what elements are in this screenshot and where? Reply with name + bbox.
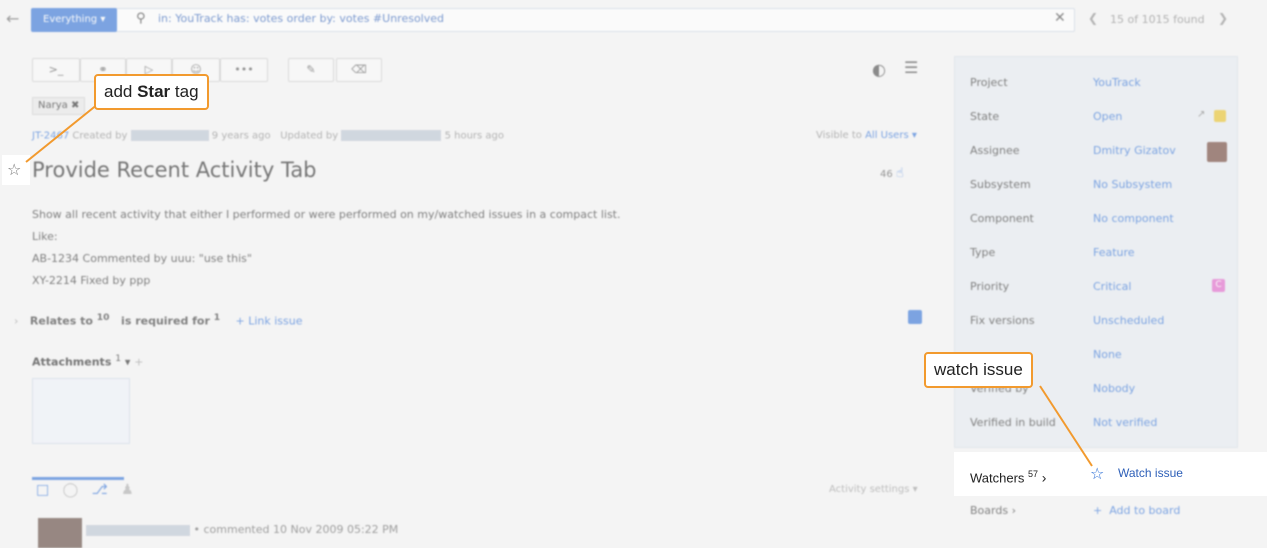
callout-star-bold: Star bbox=[137, 82, 171, 101]
callout-star-suffix: tag bbox=[170, 82, 199, 101]
watch-callout-pointer bbox=[1039, 385, 1093, 467]
star-callout-pointer bbox=[25, 103, 99, 163]
callout-star-prefix: add bbox=[104, 82, 138, 101]
add-star-tag-callout: add Star tag bbox=[94, 74, 209, 110]
watch-issue-callout: watch issue bbox=[924, 352, 1033, 388]
